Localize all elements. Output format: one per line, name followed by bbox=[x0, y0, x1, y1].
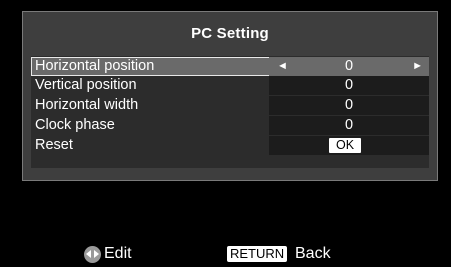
row-value: 0 bbox=[344, 117, 354, 133]
settings-list: Horizontal position ◄ 0 ► Vertical posit… bbox=[31, 56, 429, 168]
row-value: 0 bbox=[344, 97, 354, 113]
row-label: Horizontal width bbox=[35, 97, 139, 113]
row-vertical-position[interactable]: Vertical position 0 bbox=[31, 76, 429, 95]
ok-button[interactable]: OK bbox=[329, 138, 361, 153]
row-label: Reset bbox=[35, 137, 73, 153]
value-cell: OK bbox=[269, 136, 429, 155]
row-clock-phase[interactable]: Clock phase 0 bbox=[31, 116, 429, 135]
row-label: Clock phase bbox=[35, 117, 115, 133]
edit-label: Edit bbox=[104, 245, 132, 262]
row-horizontal-width[interactable]: Horizontal width 0 bbox=[31, 96, 429, 115]
value-cell: 0 bbox=[269, 96, 429, 115]
row-label: Horizontal position bbox=[35, 58, 155, 74]
row-value: 0 bbox=[344, 58, 354, 74]
footer-hints: Edit RETURN Back bbox=[0, 243, 451, 265]
row-horizontal-position[interactable]: Horizontal position ◄ 0 ► bbox=[31, 57, 429, 76]
row-reset[interactable]: Reset OK bbox=[31, 136, 429, 155]
dpad-left-right-icon bbox=[84, 246, 101, 263]
return-key-badge: RETURN bbox=[227, 246, 288, 262]
panel-title: PC Setting bbox=[191, 25, 269, 42]
value-cell: ◄ 0 ► bbox=[269, 57, 429, 76]
pc-setting-panel: PC Setting Horizontal position ◄ 0 ► Ver… bbox=[22, 11, 438, 181]
row-value: 0 bbox=[344, 77, 354, 93]
back-label: Back bbox=[295, 245, 331, 262]
value-cell: 0 bbox=[269, 76, 429, 95]
arrow-right-icon[interactable]: ► bbox=[412, 57, 423, 76]
value-cell: 0 bbox=[269, 116, 429, 135]
row-label: Vertical position bbox=[35, 77, 137, 93]
